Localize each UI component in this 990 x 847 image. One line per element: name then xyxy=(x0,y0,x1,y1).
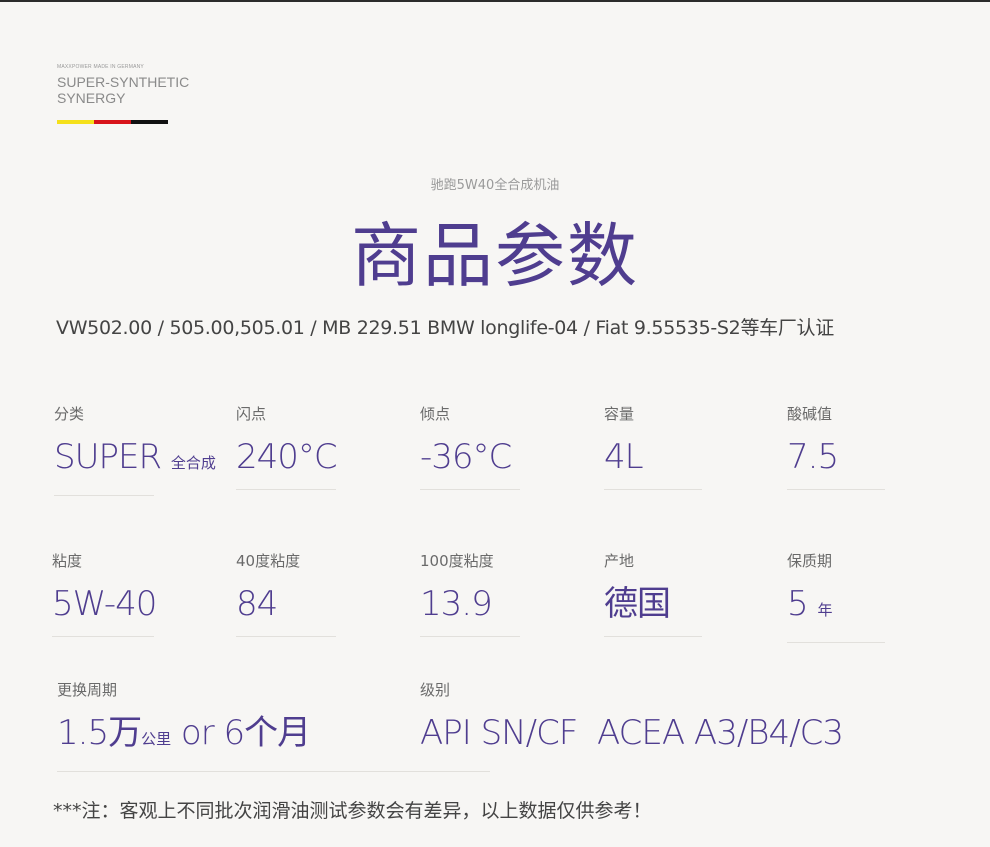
param-label: 闪点 xyxy=(236,405,267,423)
german-flag-stripe xyxy=(57,120,168,124)
param-label: 保质期 xyxy=(787,552,833,570)
param-label: 40度粘度 xyxy=(236,552,301,570)
divider xyxy=(236,489,336,490)
param-value: -36°C xyxy=(420,437,512,477)
param-viscosity-100: 100度粘度 13.9 xyxy=(420,550,520,637)
divider xyxy=(604,489,702,490)
param-value-main: SUPER xyxy=(54,437,162,477)
param-capacity: 容量 4L xyxy=(604,403,702,490)
param-label: 粘度 xyxy=(52,552,83,570)
param-value: 240°C xyxy=(236,437,338,477)
param-label: 级别 xyxy=(420,681,451,699)
param-flash-point: 闪点 240°C xyxy=(236,403,338,490)
divider xyxy=(52,636,154,637)
param-value: 84 xyxy=(236,584,278,624)
param-label: 产地 xyxy=(604,552,635,570)
param-tbn: 酸碱值 7.5 xyxy=(787,403,885,490)
param-value: SUPER 全合成 xyxy=(54,437,216,483)
param-value-main: 1.5万 xyxy=(57,713,142,753)
flag-black xyxy=(131,120,168,124)
divider xyxy=(604,636,702,637)
param-grade: 级别 API SN/CF ACEA A3/B4/C3 xyxy=(420,679,880,753)
brand-logo: MAXXPOWER MADE IN GERMANY SUPER-SYNTHETI… xyxy=(57,64,189,106)
flag-yellow xyxy=(57,120,94,124)
divider xyxy=(420,636,520,637)
disclaimer-note: ***注：客观上不同批次润滑油测试参数会有差异，以上数据仅供参考！ xyxy=(53,800,652,822)
divider xyxy=(420,489,520,490)
param-category: 分类 SUPER 全合成 xyxy=(54,403,216,496)
param-label: 酸碱值 xyxy=(787,405,833,423)
param-value: 7.5 xyxy=(787,437,839,477)
param-value-alt: or 6个月 xyxy=(171,713,311,753)
param-value: 德国 xyxy=(604,584,671,624)
divider xyxy=(57,771,490,772)
product-name: 驰跑5W40全合成机油 xyxy=(430,178,560,193)
brand-line-2: SYNERGY xyxy=(57,90,126,106)
param-label: 分类 xyxy=(54,405,85,423)
param-label: 容量 xyxy=(604,405,635,423)
param-label: 倾点 xyxy=(420,405,451,423)
param-pour-point: 倾点 -36°C xyxy=(420,403,520,490)
param-value-suffix: 年 xyxy=(817,601,833,619)
flag-red xyxy=(94,120,131,124)
param-viscosity-40: 40度粘度 84 xyxy=(236,550,336,637)
param-value-unit: 公里 xyxy=(141,730,172,748)
divider xyxy=(54,495,154,496)
param-value: 13.9 xyxy=(420,584,493,624)
param-value: 4L xyxy=(604,437,644,477)
param-viscosity: 粘度 5W-40 xyxy=(52,550,157,637)
param-origin: 产地 德国 xyxy=(604,550,702,637)
divider xyxy=(787,489,885,490)
top-border xyxy=(0,0,990,2)
certification-text: VW502.00 / 505.00,505.01 / MB 229.51 BMW… xyxy=(56,317,834,339)
param-value: API SN/CF ACEA A3/B4/C3 xyxy=(420,713,844,753)
divider xyxy=(787,642,885,643)
param-value: 5 年 xyxy=(787,584,885,630)
param-value: 5W-40 xyxy=(52,584,157,624)
param-label: 100度粘度 xyxy=(420,552,494,570)
brand-tagline: MAXXPOWER MADE IN GERMANY xyxy=(57,64,144,70)
divider xyxy=(236,636,336,637)
param-value-suffix: 全合成 xyxy=(170,454,216,472)
page-title: 商品参数 xyxy=(351,215,639,297)
brand-line-1: SUPER-SYNTHETIC xyxy=(57,74,190,90)
param-value-main: 5 xyxy=(787,584,809,624)
param-shelf-life: 保质期 5 年 xyxy=(787,550,885,643)
